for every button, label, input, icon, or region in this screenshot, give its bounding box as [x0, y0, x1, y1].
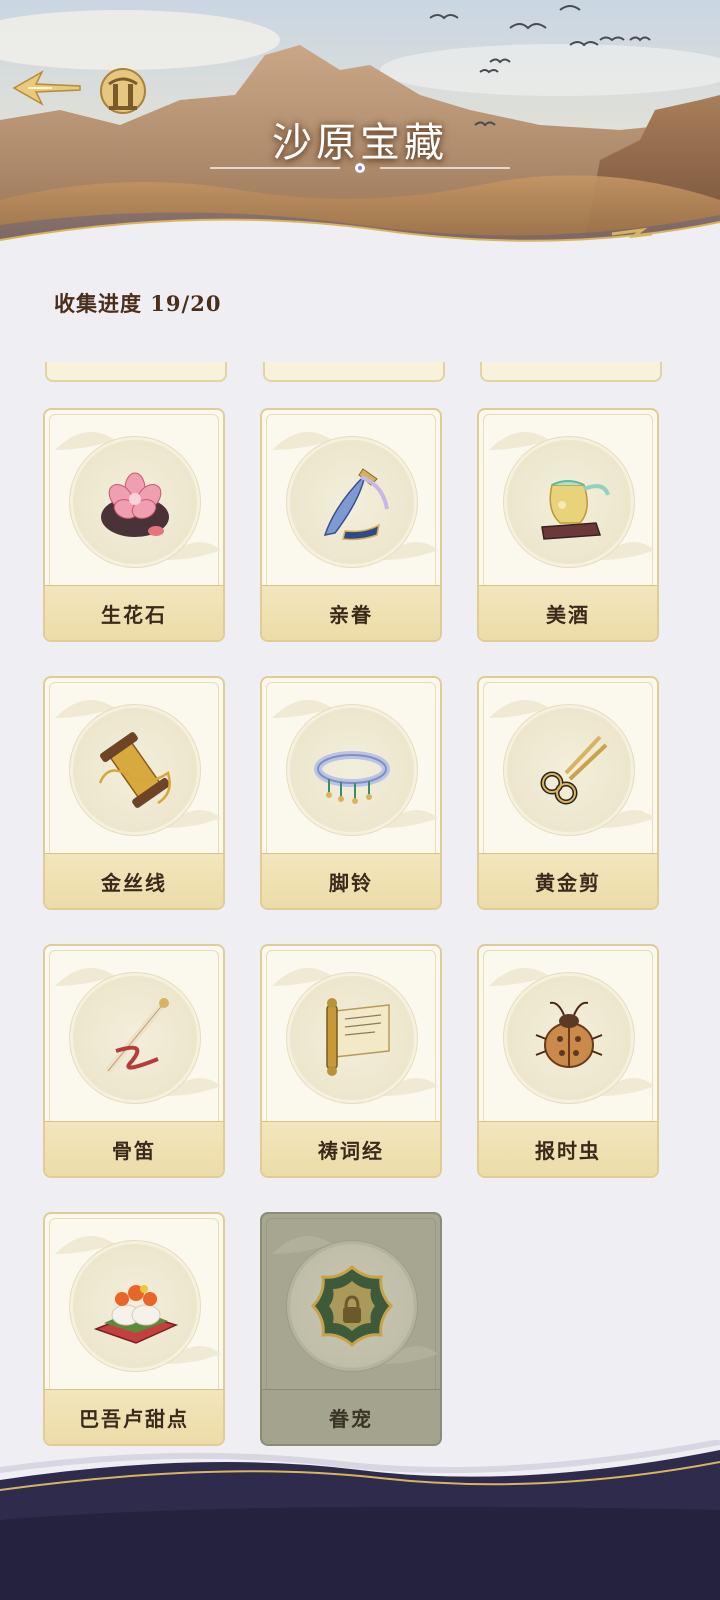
ornate-lock-icon — [310, 1264, 394, 1348]
dessert-icon — [93, 1285, 179, 1344]
dagger-icon — [323, 468, 389, 541]
item-label-bar: 祷词经 — [262, 1121, 440, 1176]
item-label-bar: 生花石 — [45, 585, 223, 640]
item-label-bar: 脚铃 — [262, 853, 440, 908]
item-name: 眷宠 — [329, 1406, 373, 1431]
item-label-bar: 黄金剪 — [479, 853, 657, 908]
item-name: 祷词经 — [318, 1138, 384, 1163]
footer-wave-decoration — [0, 1440, 720, 1600]
collection-grid: 生花石 亲眷 美酒 金丝线 脚铃 黄金剪 骨笛 祷词经 报时虫 巴吾卢甜点 眷宠 — [0, 0, 720, 1600]
flower-stone-icon — [101, 472, 169, 537]
bone-flute-icon — [105, 998, 169, 1074]
item-label-bar: 亲眷 — [262, 585, 440, 640]
scroll-icon — [326, 998, 390, 1076]
item-name: 巴吾卢甜点 — [79, 1406, 189, 1431]
collection-card[interactable]: 祷词经 — [260, 944, 442, 1178]
golden-thread-spool-icon — [98, 732, 171, 808]
collection-card[interactable]: 美酒 — [477, 408, 659, 642]
collection-card[interactable]: 巴吾卢甜点 — [43, 1212, 225, 1446]
item-label-bar: 骨笛 — [45, 1121, 223, 1176]
collection-card[interactable]: 黄金剪 — [477, 676, 659, 910]
item-name: 亲眷 — [329, 602, 373, 627]
partial-card[interactable] — [45, 362, 227, 382]
wine-jug-icon — [541, 480, 610, 540]
item-name: 黄金剪 — [535, 870, 601, 895]
item-label-bar: 报时虫 — [479, 1121, 657, 1176]
collection-card[interactable]: 骨笛 — [43, 944, 225, 1178]
collection-card[interactable]: 金丝线 — [43, 676, 225, 910]
partial-card[interactable] — [263, 362, 445, 382]
collection-card[interactable]: 脚铃 — [260, 676, 442, 910]
collection-card[interactable]: 报时虫 — [477, 944, 659, 1178]
item-name: 骨笛 — [112, 1138, 156, 1163]
item-label-bar: 巴吾卢甜点 — [45, 1389, 223, 1444]
collection-card-locked[interactable]: 眷宠 — [260, 1212, 442, 1446]
item-label-bar: 眷宠 — [262, 1389, 440, 1444]
partial-card[interactable] — [480, 362, 662, 382]
item-name: 美酒 — [546, 602, 590, 627]
item-name: 生花石 — [101, 602, 167, 627]
item-label-bar: 金丝线 — [45, 853, 223, 908]
anklet-icon — [314, 751, 390, 804]
collection-card[interactable]: 生花石 — [43, 408, 225, 642]
item-name: 金丝线 — [101, 870, 167, 895]
golden-scissors-icon — [540, 735, 608, 805]
beetle-icon — [535, 1001, 603, 1068]
item-name: 脚铃 — [329, 870, 373, 895]
collection-card[interactable]: 亲眷 — [260, 408, 442, 642]
item-label-bar: 美酒 — [479, 585, 657, 640]
item-name: 报时虫 — [535, 1138, 601, 1163]
